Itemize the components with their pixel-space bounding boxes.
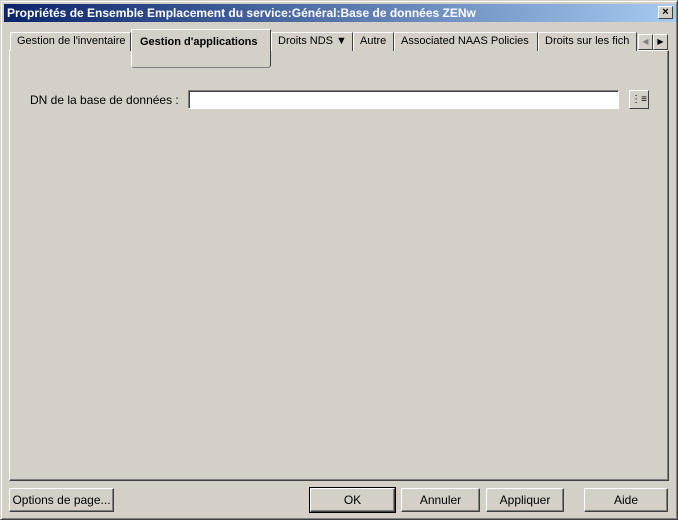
ok-button[interactable]: OK [309,487,396,513]
tab-scroll-right-icon[interactable]: ▶ [653,34,668,50]
browse-tree-icon[interactable]: ⋮≡ [629,90,649,109]
tab-droits-nds[interactable]: Droits NDS ▼ [271,32,353,51]
tab-droits-fichiers[interactable]: Droits sur les fich [538,32,637,51]
tab-gestion-inventaire[interactable]: Gestion de l'inventaire [10,32,131,51]
tab-gestion-applications[interactable]: Gestion d'applications [131,29,271,68]
tab-scroll-left-icon[interactable]: ◀ [638,34,653,50]
dn-input[interactable] [188,90,619,109]
dn-label: DN de la base de données : [30,93,179,107]
tab-panel [9,50,669,481]
tab-associated-naas-policies[interactable]: Associated NAAS Policies [394,32,538,51]
close-button[interactable]: × [658,6,673,19]
title-bar: Propriétés de Ensemble Emplacement du se… [4,4,676,22]
cancel-button[interactable]: Annuler [401,488,480,512]
page-options-button[interactable]: Options de page... [9,488,114,512]
help-button[interactable]: Aide [584,488,668,512]
apply-button[interactable]: Appliquer [486,488,564,512]
tab-autre[interactable]: Autre [353,32,394,51]
window-title: Propriétés de Ensemble Emplacement du se… [7,6,476,20]
